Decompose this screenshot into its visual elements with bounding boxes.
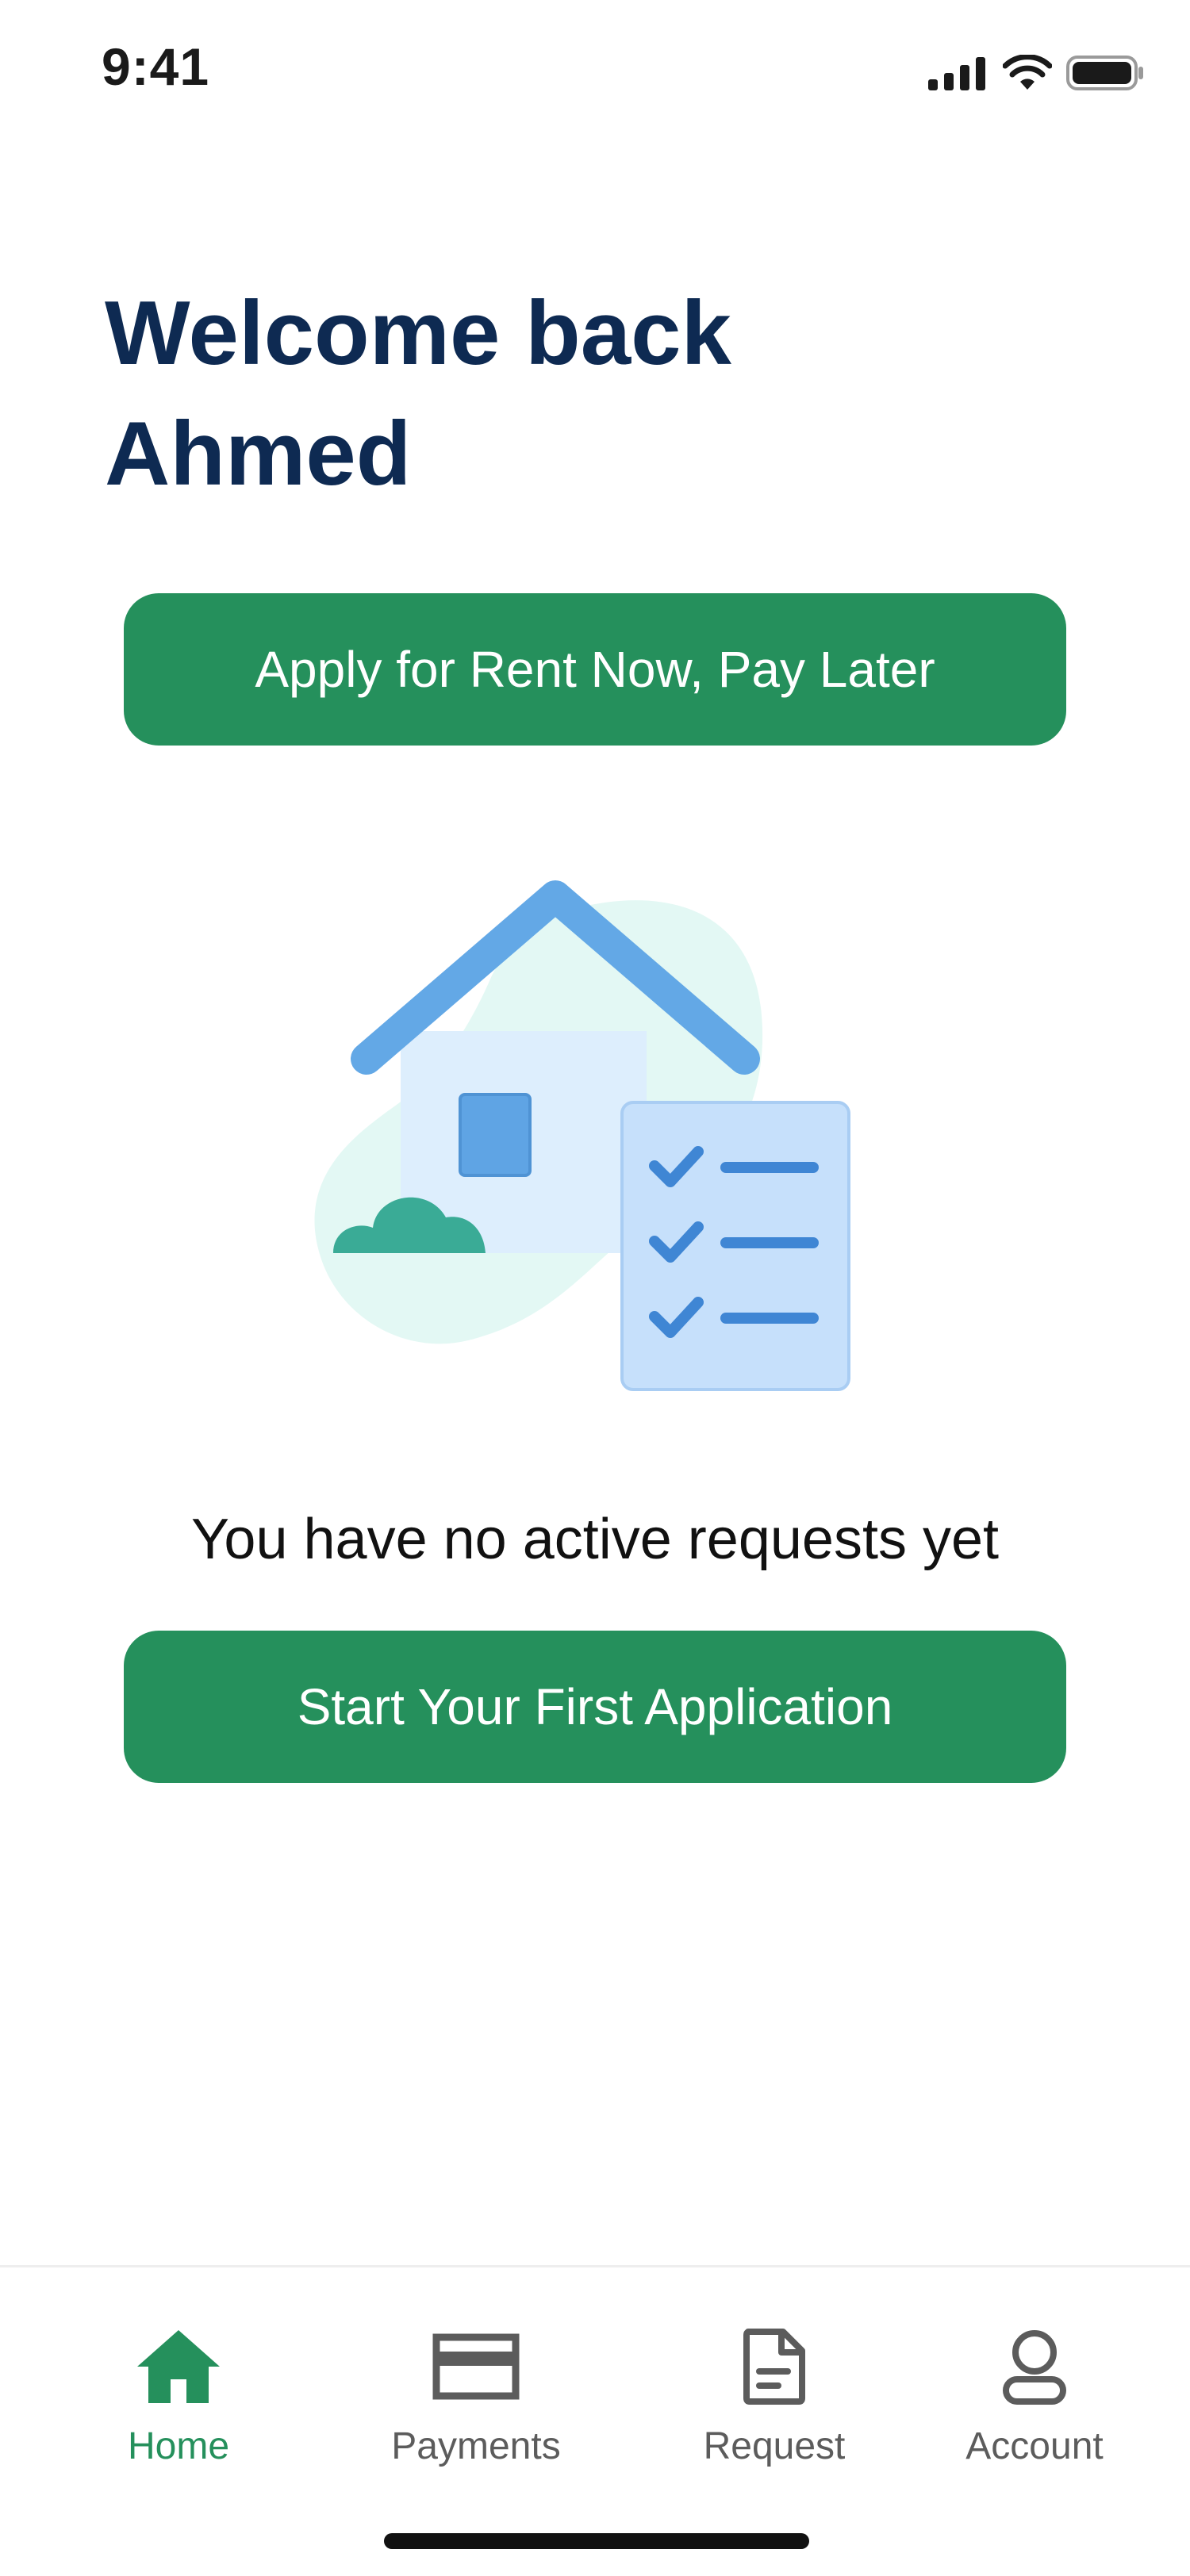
user-icon [987, 2323, 1082, 2410]
nav-label-account: Account [965, 2425, 1104, 2467]
signal-icon [928, 57, 985, 90]
apply-rnpl-button[interactable]: Apply for Rent Now, Pay Later [124, 593, 1066, 746]
nav-label-home: Home [127, 2425, 230, 2467]
welcome-heading: Welcome back Ahmed [105, 274, 1088, 515]
user-name: Ahmed [105, 404, 412, 504]
home-icon [131, 2323, 226, 2410]
home-indicator[interactable] [384, 2533, 809, 2549]
start-application-button[interactable]: Start Your First Application [124, 1631, 1066, 1783]
nav-item-payments[interactable]: Payments [357, 2323, 595, 2482]
wifi-icon [1003, 55, 1052, 90]
card-icon [428, 2323, 524, 2410]
document-icon [727, 2323, 822, 2410]
status-icons [928, 49, 1146, 97]
bottom-navigation: Home Payments Request Account [0, 2265, 1190, 2576]
nav-label-payments: Payments [391, 2425, 561, 2467]
nav-item-home[interactable]: Home [60, 2323, 298, 2482]
nav-item-request[interactable]: Request [655, 2323, 893, 2482]
status-bar: 9:41 [0, 0, 1190, 143]
nav-item-account[interactable]: Account [916, 2323, 1154, 2482]
home-screen: 9:41 Welcome back Ahmed Apply for Rent N… [0, 0, 1190, 2576]
welcome-line: Welcome back [105, 283, 731, 384]
house-checklist-illustration [314, 880, 850, 1391]
battery-icon [1066, 56, 1143, 90]
nav-label-request: Request [703, 2425, 846, 2467]
status-time: 9:41 [102, 37, 210, 96]
empty-state-message: You have no active requests yet [190, 1508, 1000, 1571]
